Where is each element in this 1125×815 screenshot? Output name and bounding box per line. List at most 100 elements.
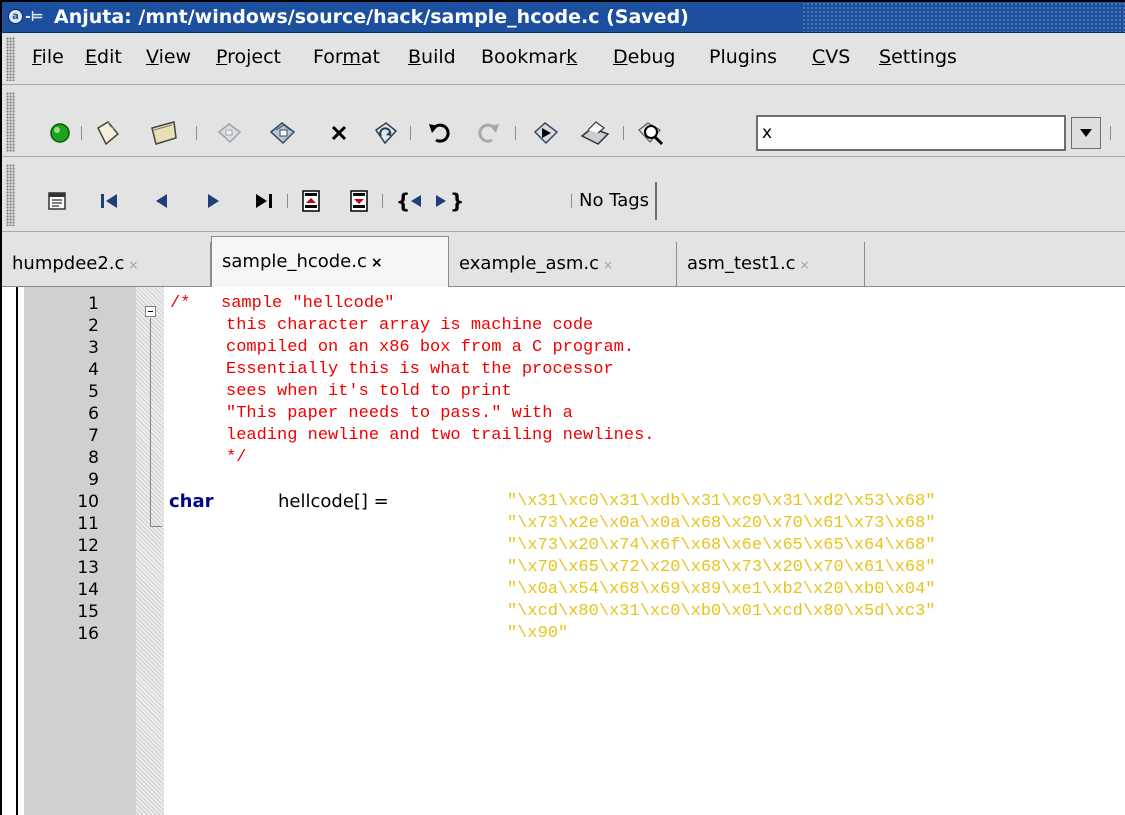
line-number: 2: [88, 316, 99, 336]
menu-cvs[interactable]: CVS: [812, 33, 850, 85]
close-icon[interactable]: ×: [800, 258, 810, 272]
close-icon[interactable]: ×: [603, 258, 613, 272]
search-input[interactable]: x: [756, 115, 1066, 151]
undo-icon[interactable]: [422, 116, 456, 150]
comment-line: /* sample "hellcode": [170, 294, 395, 313]
comment-line: */: [226, 448, 247, 467]
open-file-icon[interactable]: [147, 116, 181, 150]
menubar-handle[interactable]: [6, 37, 15, 81]
line-number: 14: [77, 580, 99, 600]
prev-brace-icon[interactable]: {: [395, 184, 429, 218]
print-icon[interactable]: [578, 116, 612, 150]
fold-end: [150, 526, 162, 527]
toolbar-separator: [196, 126, 197, 140]
svg-text:}: }: [450, 190, 464, 212]
menu-view[interactable]: View: [146, 33, 191, 85]
string-literal: "\x70\x65\x72\x20\x68\x73\x20\x70\x61\x6…: [507, 558, 936, 577]
tab-label: example_asm.c: [459, 253, 600, 274]
menu-file[interactable]: File: [32, 33, 64, 85]
string-literal: "\x73\x20\x74\x6f\x68\x6e\x65\x65\x64\x6…: [507, 536, 936, 555]
tab-asm-test1[interactable]: asm_test1.c ×: [677, 242, 865, 286]
string-literal: "\x90": [507, 624, 569, 643]
last-icon[interactable]: [247, 184, 281, 218]
string-literal: "\x0a\x54\x68\x69\x89\xe1\xb2\x20\xb0\x0…: [507, 580, 936, 599]
tab-label: asm_test1.c: [687, 253, 796, 274]
code-editor[interactable]: 1 2 3 4 5 6 7 8 9 10 11 12 13 14 15 16 /…: [2, 287, 1125, 815]
line-number: 9: [88, 470, 99, 490]
toolbar-handle[interactable]: [6, 92, 15, 152]
green-dot-icon[interactable]: [43, 116, 77, 150]
save-all-icon[interactable]: [266, 116, 300, 150]
comment-line: compiled on an x86 box from a C program.: [226, 338, 635, 357]
window-title: Anjuta: /mnt/windows/source/hack/sample_…: [54, 6, 689, 28]
toolbar-separator: [382, 194, 383, 208]
menu-build[interactable]: Build: [408, 33, 456, 85]
reload-icon[interactable]: [368, 116, 402, 150]
menu-debug[interactable]: Debug: [613, 33, 676, 85]
run-icon[interactable]: [529, 116, 563, 150]
string-literal: "\x31\xc0\x31\xdb\x31\xc9\x31\xd2\x53\x6…: [507, 492, 936, 511]
tab-bar: humpdee2.c × sample_hcode.c × example_asm.…: [2, 232, 1125, 287]
toolbar-separator: [287, 194, 288, 208]
toolbar-handle[interactable]: [6, 164, 15, 226]
next-icon[interactable]: [196, 184, 230, 218]
line-number: 15: [77, 602, 99, 622]
string-literal: "\x73\x2e\x0a\x0a\x68\x20\x70\x61\x73\x6…: [507, 514, 936, 533]
identifier-hellcode: hellcode[] =: [278, 491, 389, 512]
previous-icon[interactable]: [145, 184, 179, 218]
next-brace-icon[interactable]: }: [433, 184, 467, 218]
toolbar-separator: [623, 126, 624, 140]
close-icon[interactable]: ×: [128, 258, 138, 272]
find-icon[interactable]: [633, 116, 667, 150]
string-literal: "\xcd\x80\x31\xc0\xb0\x01\xcd\x80\x5d\xc…: [507, 602, 936, 621]
close-icon[interactable]: [322, 116, 356, 150]
tab-humpdee2[interactable]: humpdee2.c ×: [2, 242, 211, 286]
line-number: 16: [77, 624, 99, 644]
tab-example-asm[interactable]: example_asm.c ×: [449, 242, 677, 286]
line-number: 7: [88, 426, 99, 446]
fold-line: [150, 318, 151, 526]
menu-format[interactable]: Format: [313, 33, 380, 85]
window-menu-icon[interactable]: a: [8, 9, 23, 24]
line-number: 10: [77, 492, 99, 512]
bookmark-up-icon[interactable]: [294, 184, 328, 218]
line-number: 11: [77, 514, 99, 534]
close-icon[interactable]: ×: [371, 255, 383, 271]
bookmark-down-icon[interactable]: [342, 184, 376, 218]
redo-icon[interactable]: [472, 116, 506, 150]
line-number: 12: [77, 536, 99, 556]
line-number: 3: [88, 338, 99, 358]
comment-line: leading newline and two trailing newline…: [226, 426, 655, 445]
line-number: 8: [88, 448, 99, 468]
toolbar-separator: [515, 126, 516, 140]
line-number: 13: [77, 558, 99, 578]
menu-plugins[interactable]: Plugins: [709, 33, 777, 85]
save-disabled-icon[interactable]: [212, 116, 246, 150]
first-icon[interactable]: [92, 184, 126, 218]
line-number: 4: [88, 360, 99, 380]
menu-project[interactable]: Project: [216, 33, 281, 85]
tab-sample-hcode[interactable]: sample_hcode.c ×: [211, 236, 449, 287]
tab-label: sample_hcode.c: [222, 251, 367, 272]
line-number: 6: [88, 404, 99, 424]
toolbar-separator: [410, 126, 411, 140]
toolbar-separator: [1110, 126, 1111, 140]
line-number: 1: [88, 294, 99, 314]
menu-edit[interactable]: Edit: [85, 33, 122, 85]
toolbar-separator: [81, 126, 82, 140]
menu-settings[interactable]: Settings: [879, 33, 957, 85]
toolbar-separator: [571, 194, 572, 208]
fold-collapse-icon[interactable]: [145, 306, 156, 317]
keyword-char: char: [169, 491, 214, 512]
comment-line: this character array is machine code: [226, 316, 594, 335]
tag-selector[interactable]: No Tags: [579, 182, 658, 220]
new-file-icon[interactable]: [90, 116, 124, 150]
menu-bar: File Edit View Project Format Build Book…: [2, 33, 1125, 85]
chevron-down-icon[interactable]: [1071, 117, 1101, 149]
document-icon[interactable]: [40, 184, 74, 218]
title-bar[interactable]: a -⊨ Anjuta: /mnt/windows/source/hack/sa…: [2, 2, 1125, 33]
comment-line: "This paper needs to pass." with a: [226, 404, 573, 423]
svg-text:{: {: [396, 190, 410, 212]
menu-bookmark[interactable]: Bookmark: [481, 33, 577, 85]
pin-icon[interactable]: -⊨: [25, 7, 51, 27]
